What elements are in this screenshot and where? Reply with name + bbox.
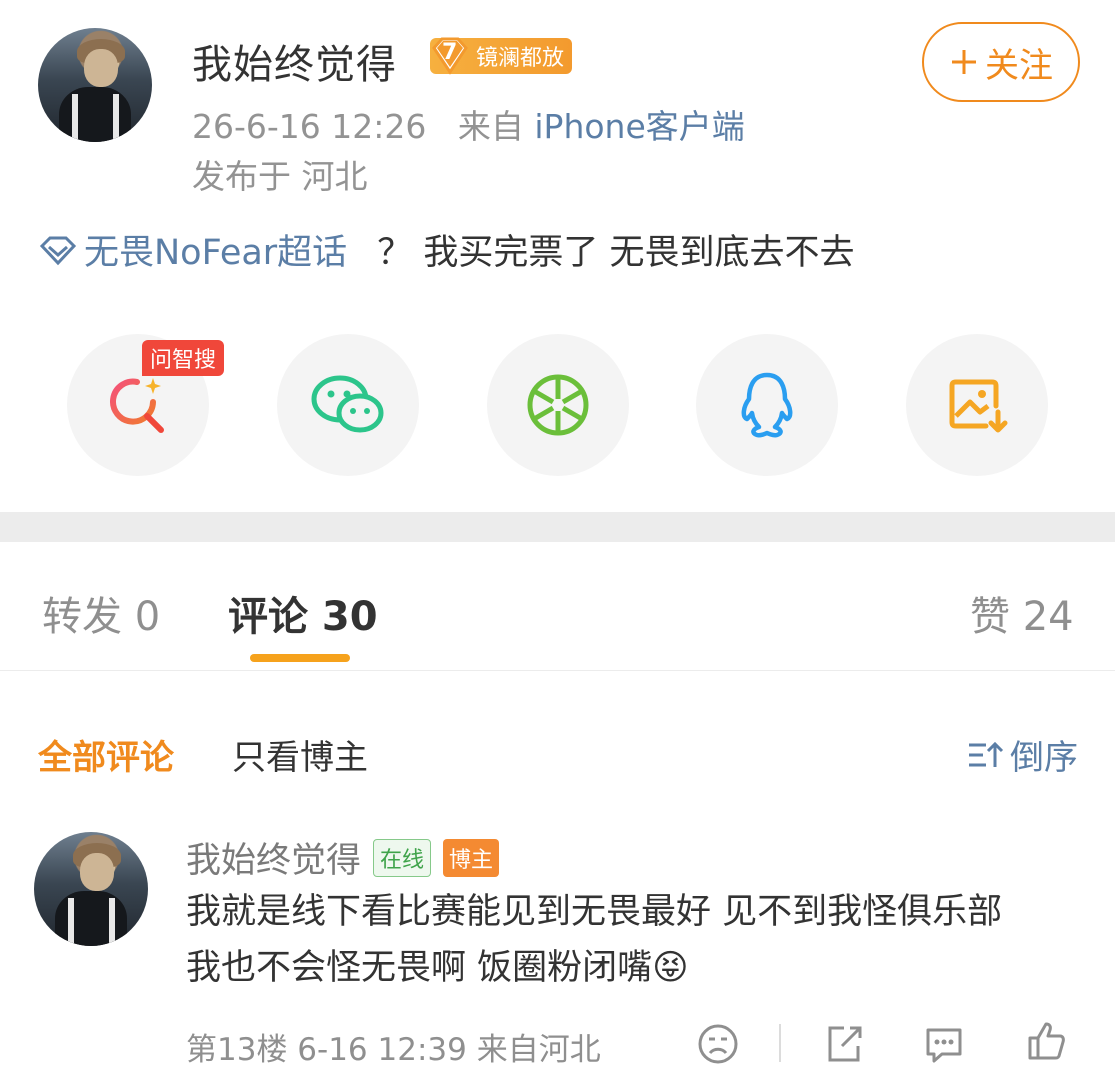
sort-label: 倒序 xyxy=(1010,738,1078,778)
tab-likes[interactable]: 赞 24 xyxy=(970,584,1074,642)
ai-search-icon xyxy=(110,378,164,433)
like-icon[interactable] xyxy=(1024,1020,1068,1064)
share-moments[interactable] xyxy=(487,334,629,476)
post-body: 无畏NoFear超话 ？ 我买完票了 无畏到底去不去 xyxy=(38,224,854,275)
ai-search-tag: 问智搜 xyxy=(142,340,225,376)
post-source-prefix: 来自 xyxy=(457,107,524,146)
supertopic-label: 无畏NoFear超话 xyxy=(84,233,348,273)
comment-emoji: 😝 xyxy=(652,948,689,988)
tabs-bottom-border xyxy=(0,670,1115,671)
moments-icon xyxy=(527,374,589,436)
follow-label: 关注 xyxy=(985,45,1053,86)
online-tag: 在线 xyxy=(373,838,432,877)
badge-text: 镜澜都放 xyxy=(476,46,565,71)
sort-button[interactable]: 倒序 xyxy=(966,730,1078,779)
badge-level: 7 xyxy=(442,40,458,65)
comment-line-1: 我就是线下看比赛能见到无畏最好 见不到我怪俱乐部 xyxy=(186,892,1003,932)
comment-text: 我就是线下看比赛能见到无畏最好 见不到我怪俱乐部 我也不会怪无畏啊 饭圈粉闭嘴😝 xyxy=(186,884,1002,996)
qq-icon xyxy=(741,372,793,438)
author-username[interactable]: 我始终觉得 xyxy=(192,32,397,90)
tab-active-indicator xyxy=(250,654,350,662)
post-meta: 26-6-16 12:26 来自 iPhone客户端 xyxy=(192,100,745,148)
comment-header: 我始终觉得 在线 博主 xyxy=(186,832,500,883)
post-time: 26-6-16 12:26 xyxy=(192,107,427,146)
tab-comments[interactable]: 评论 30 xyxy=(228,584,378,642)
follow-button[interactable]: 关注 xyxy=(922,22,1080,102)
author-avatar[interactable] xyxy=(38,28,152,142)
blogger-tag: 博主 xyxy=(443,838,500,877)
supertopic-diamond-icon xyxy=(39,236,77,265)
fan-badge[interactable]: 7 镜澜都放 xyxy=(430,37,573,75)
tab-reposts[interactable]: 转发 0 xyxy=(42,584,160,642)
share-save-image[interactable] xyxy=(906,334,1048,476)
share-wechat[interactable] xyxy=(277,334,419,476)
wechat-icon xyxy=(311,375,384,433)
share-qq[interactable] xyxy=(696,334,838,476)
comment-icon[interactable] xyxy=(922,1022,966,1066)
post-source[interactable]: iPhone客户端 xyxy=(534,107,744,146)
share-icon[interactable] xyxy=(822,1022,866,1066)
section-divider xyxy=(0,512,1115,542)
dislike-face-icon[interactable] xyxy=(696,1022,740,1066)
comment-line-2: 我也不会怪无畏啊 饭圈粉闭嘴 xyxy=(186,948,653,988)
filter-blogger-only[interactable]: 只看博主 xyxy=(232,730,368,779)
plus-icon xyxy=(952,50,976,74)
post-location: 发布于 河北 xyxy=(192,157,368,196)
commenter-username[interactable]: 我始终觉得 xyxy=(186,832,361,883)
sort-icon xyxy=(969,741,1004,767)
commenter-avatar[interactable] xyxy=(34,832,148,946)
action-separator xyxy=(779,1024,781,1062)
post-text: ？ 我买完票了 无畏到底去不去 xyxy=(377,233,855,273)
supertopic-link[interactable]: 无畏NoFear超话 xyxy=(38,224,347,275)
save-image-icon xyxy=(949,379,1008,433)
filter-all-comments[interactable]: 全部评论 xyxy=(38,730,174,779)
comment-meta: 第13楼 6-16 12:39 来自河北 xyxy=(186,1032,601,1068)
